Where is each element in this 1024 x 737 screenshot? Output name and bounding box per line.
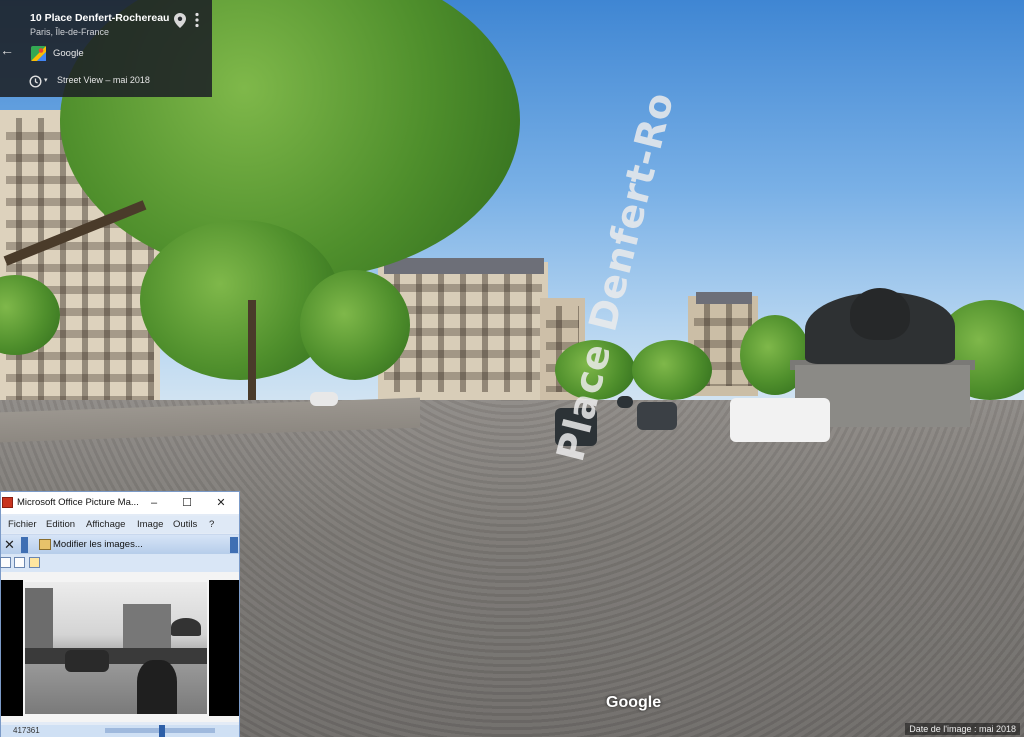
- status-text: 417361: [13, 726, 40, 735]
- historic-photo: [25, 582, 207, 714]
- photo-car: [65, 650, 109, 672]
- back-arrow-icon[interactable]: ←: [0, 42, 14, 58]
- tree-avenue-3: [632, 340, 712, 400]
- thumbnail-view-icon[interactable]: [0, 557, 11, 568]
- location-info-card: ← 10 Place Denfert-Rochereau Paris, Île-…: [0, 0, 212, 97]
- maximize-button[interactable]: ☐: [174, 494, 200, 512]
- menu-edition[interactable]: Edition: [46, 519, 75, 530]
- more-options-icon[interactable]: [194, 12, 200, 28]
- viewer-left-bar: [1, 580, 23, 716]
- google-logo: Google: [606, 694, 662, 711]
- caret-down-icon[interactable]: ▾: [44, 76, 48, 84]
- lion-head: [850, 288, 910, 340]
- menu-fichier[interactable]: Fichier: [8, 519, 37, 530]
- menu-help[interactable]: ?: [209, 519, 214, 530]
- roof-right: [696, 292, 752, 304]
- provider-label: Google: [53, 48, 84, 59]
- window-title: Microsoft Office Picture Ma...: [17, 497, 139, 508]
- place-subtitle: Paris, Île-de-France: [30, 27, 110, 37]
- edit-pictures-button[interactable]: Modifier les images...: [53, 539, 143, 550]
- photo-soldier: [137, 660, 177, 714]
- tree-avenue-1: [300, 270, 410, 380]
- window-titlebar[interactable]: Microsoft Office Picture Ma... – ☐ ✕: [1, 492, 239, 514]
- place-title: 10 Place Denfert-Rochereau: [30, 12, 170, 24]
- picture-manager-app-icon: [2, 497, 13, 508]
- edit-pictures-icon[interactable]: [39, 539, 51, 550]
- toolbar-overflow-chevron[interactable]: [230, 537, 238, 553]
- single-picture-view-icon[interactable]: [29, 557, 40, 568]
- roof-center: [384, 258, 544, 274]
- car-far: [617, 396, 633, 408]
- zoom-slider-thumb[interactable]: [159, 725, 165, 737]
- close-button[interactable]: ✕: [208, 494, 234, 512]
- photo-lion: [171, 618, 201, 636]
- minimize-button[interactable]: –: [141, 494, 167, 512]
- van-white: [730, 398, 830, 442]
- picture-viewer: [1, 572, 239, 722]
- menu-image[interactable]: Image: [137, 519, 163, 530]
- viewer-right-bar: [209, 580, 239, 716]
- menu-outils[interactable]: Outils: [173, 519, 197, 530]
- map-pin-icon[interactable]: [174, 13, 186, 28]
- car-grey: [637, 402, 677, 430]
- google-maps-icon: [31, 46, 46, 61]
- photo-building-center: [123, 604, 171, 648]
- car-small-left: [310, 392, 338, 406]
- menu-bar: Fichier Edition Affichage Image Outils ?: [1, 516, 239, 533]
- view-mode-bar: [0, 554, 239, 572]
- picture-manager-window: Microsoft Office Picture Ma... – ☐ ✕ Fic…: [0, 491, 240, 737]
- menu-affichage[interactable]: Affichage: [86, 519, 125, 530]
- toolbar-grip-handle[interactable]: [21, 537, 28, 553]
- close-pane-icon[interactable]: ✕: [4, 537, 15, 553]
- street-view-date[interactable]: Street View – mai 2018: [57, 75, 150, 85]
- tree-trunk: [248, 300, 256, 410]
- status-bar: 417361: [1, 725, 239, 737]
- photo-crowd: [25, 648, 207, 664]
- clock-history-icon[interactable]: [29, 75, 42, 88]
- filmstrip-view-icon[interactable]: [14, 557, 25, 568]
- image-date-label: Date de l'image : mai 2018: [905, 723, 1020, 735]
- photo-building-left: [25, 588, 53, 648]
- toolbar: ✕ Modifier les images...: [1, 534, 239, 554]
